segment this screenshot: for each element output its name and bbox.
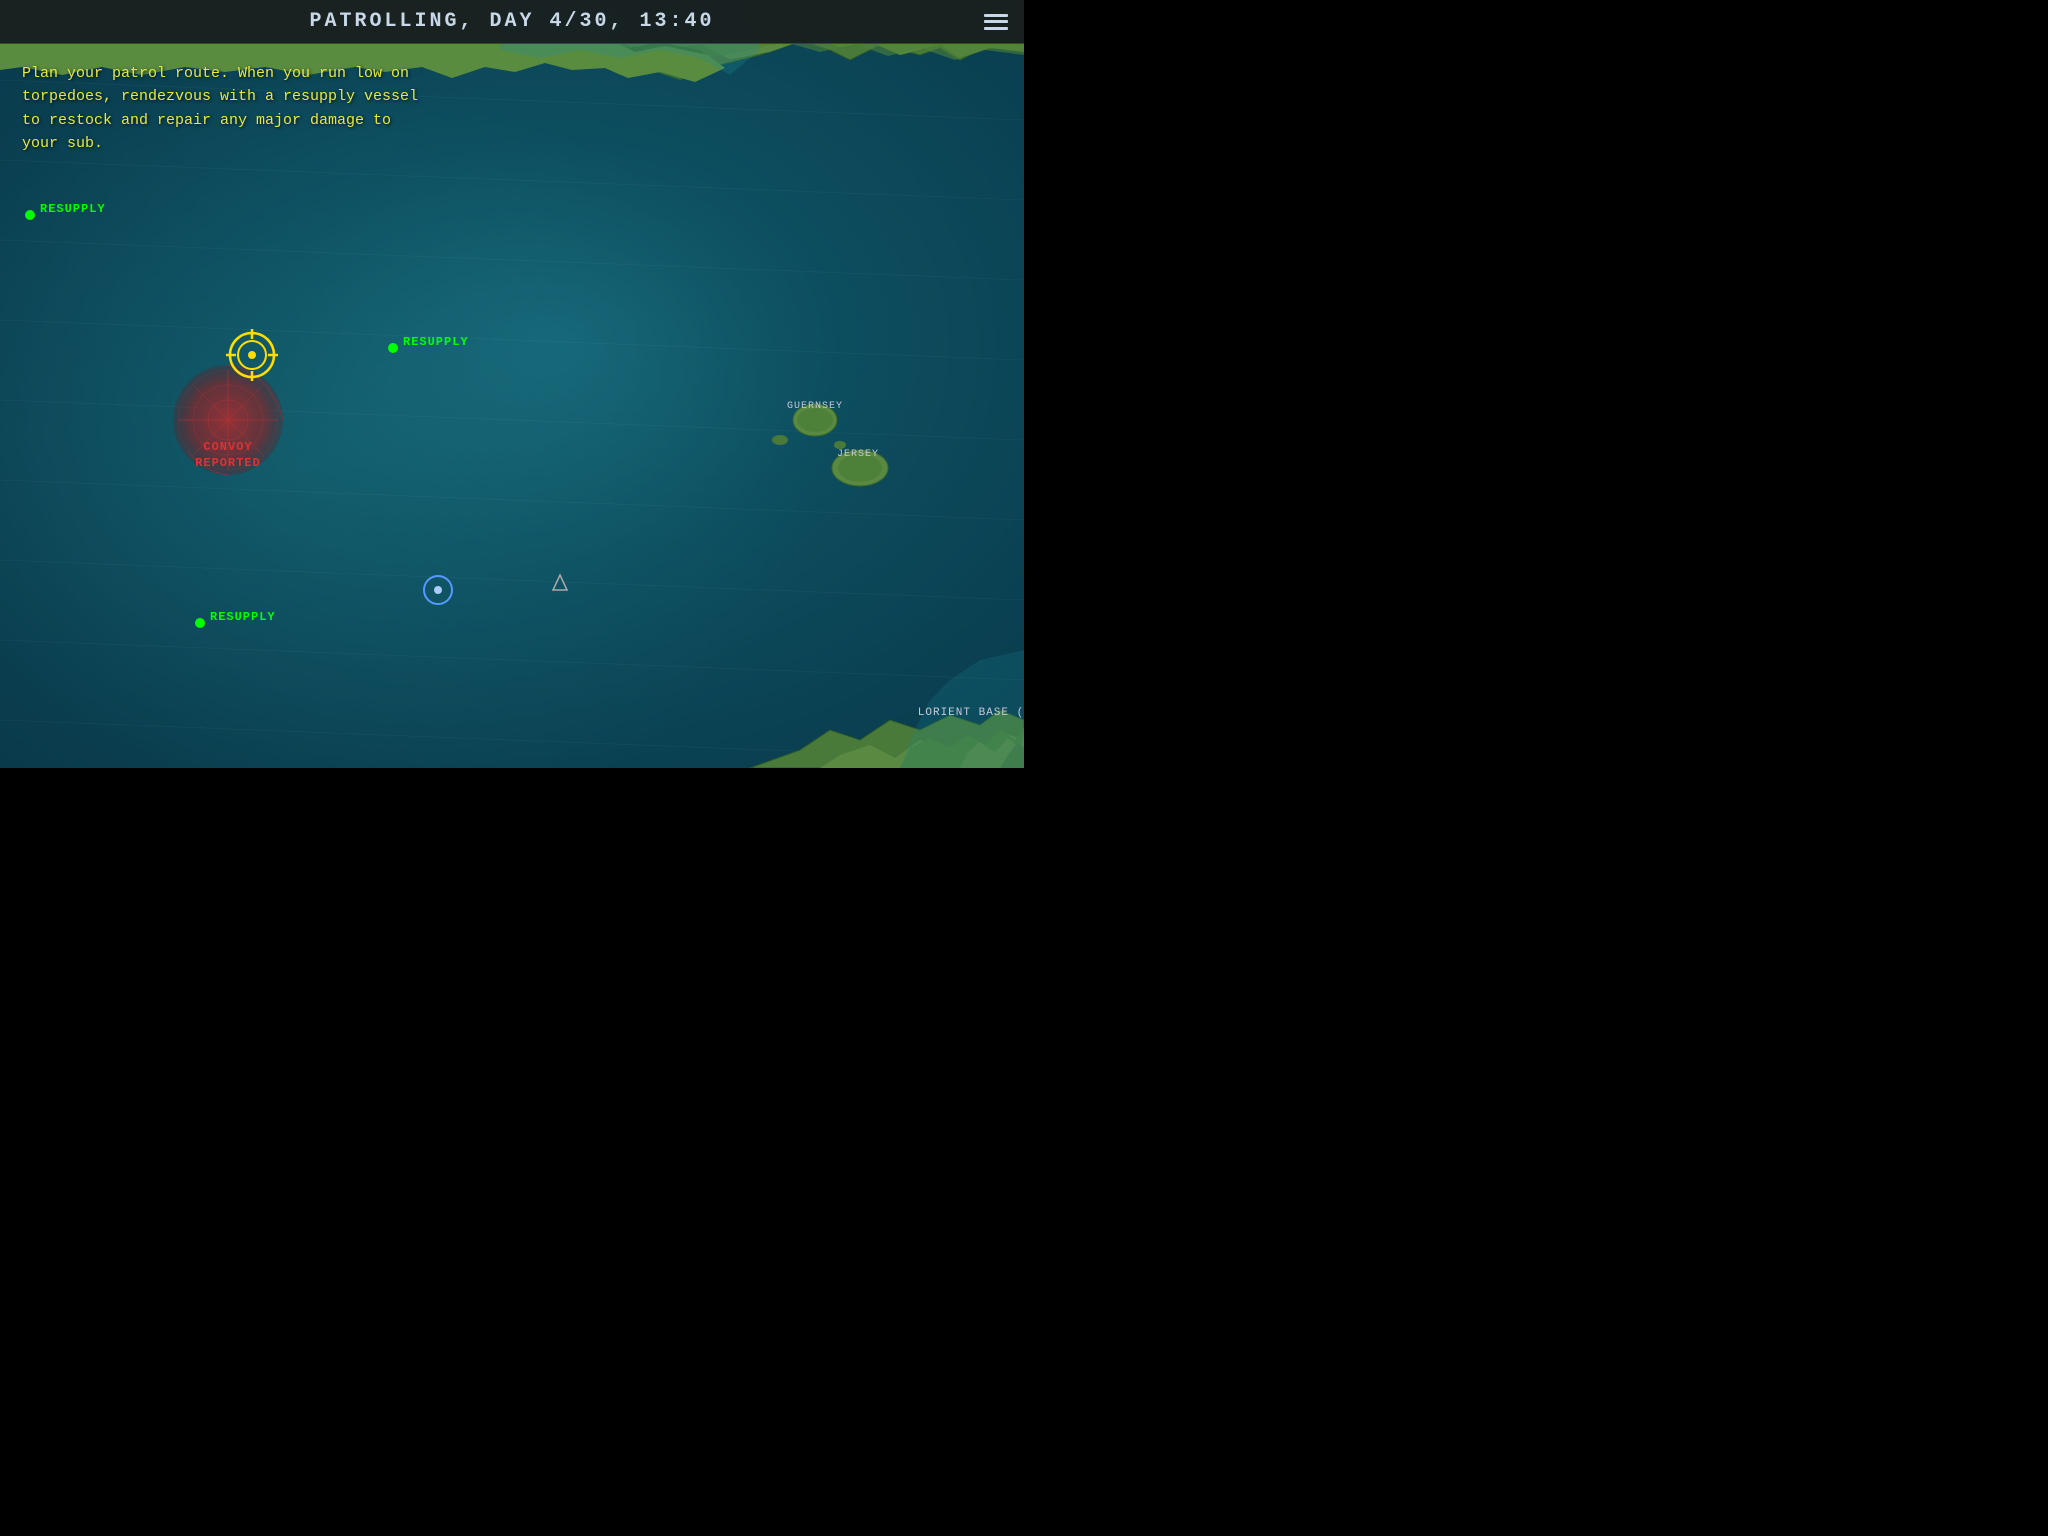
game-container: GUERNSEY JERSEY LORIENT BASE (HOME) RESU… (0, 0, 1024, 768)
svg-text:JERSEY: JERSEY (837, 449, 879, 460)
svg-text:RESUPPLY: RESUPPLY (403, 335, 469, 349)
instruction-box: Plan your patrol route. When you run low… (8, 52, 448, 165)
svg-text:LORIENT BASE (HOME): LORIENT BASE (HOME) (918, 707, 1024, 719)
header-title: PATROLLING, DAY 4/30, 13:40 (309, 10, 714, 33)
svg-text:CONVOY: CONVOY (203, 440, 252, 454)
header-bar: PATROLLING, DAY 4/30, 13:40 (0, 0, 1024, 44)
menu-icon[interactable] (982, 8, 1010, 36)
menu-line-3 (984, 27, 1008, 30)
menu-line-2 (984, 20, 1008, 23)
svg-text:RESUPPLY: RESUPPLY (210, 610, 276, 624)
menu-line-1 (984, 14, 1008, 17)
svg-text:RESUPPLY: RESUPPLY (40, 202, 106, 216)
svg-text:REPORTED: REPORTED (195, 456, 261, 470)
instruction-text: Plan your patrol route. When you run low… (22, 65, 418, 152)
svg-text:GUERNSEY: GUERNSEY (787, 401, 843, 412)
